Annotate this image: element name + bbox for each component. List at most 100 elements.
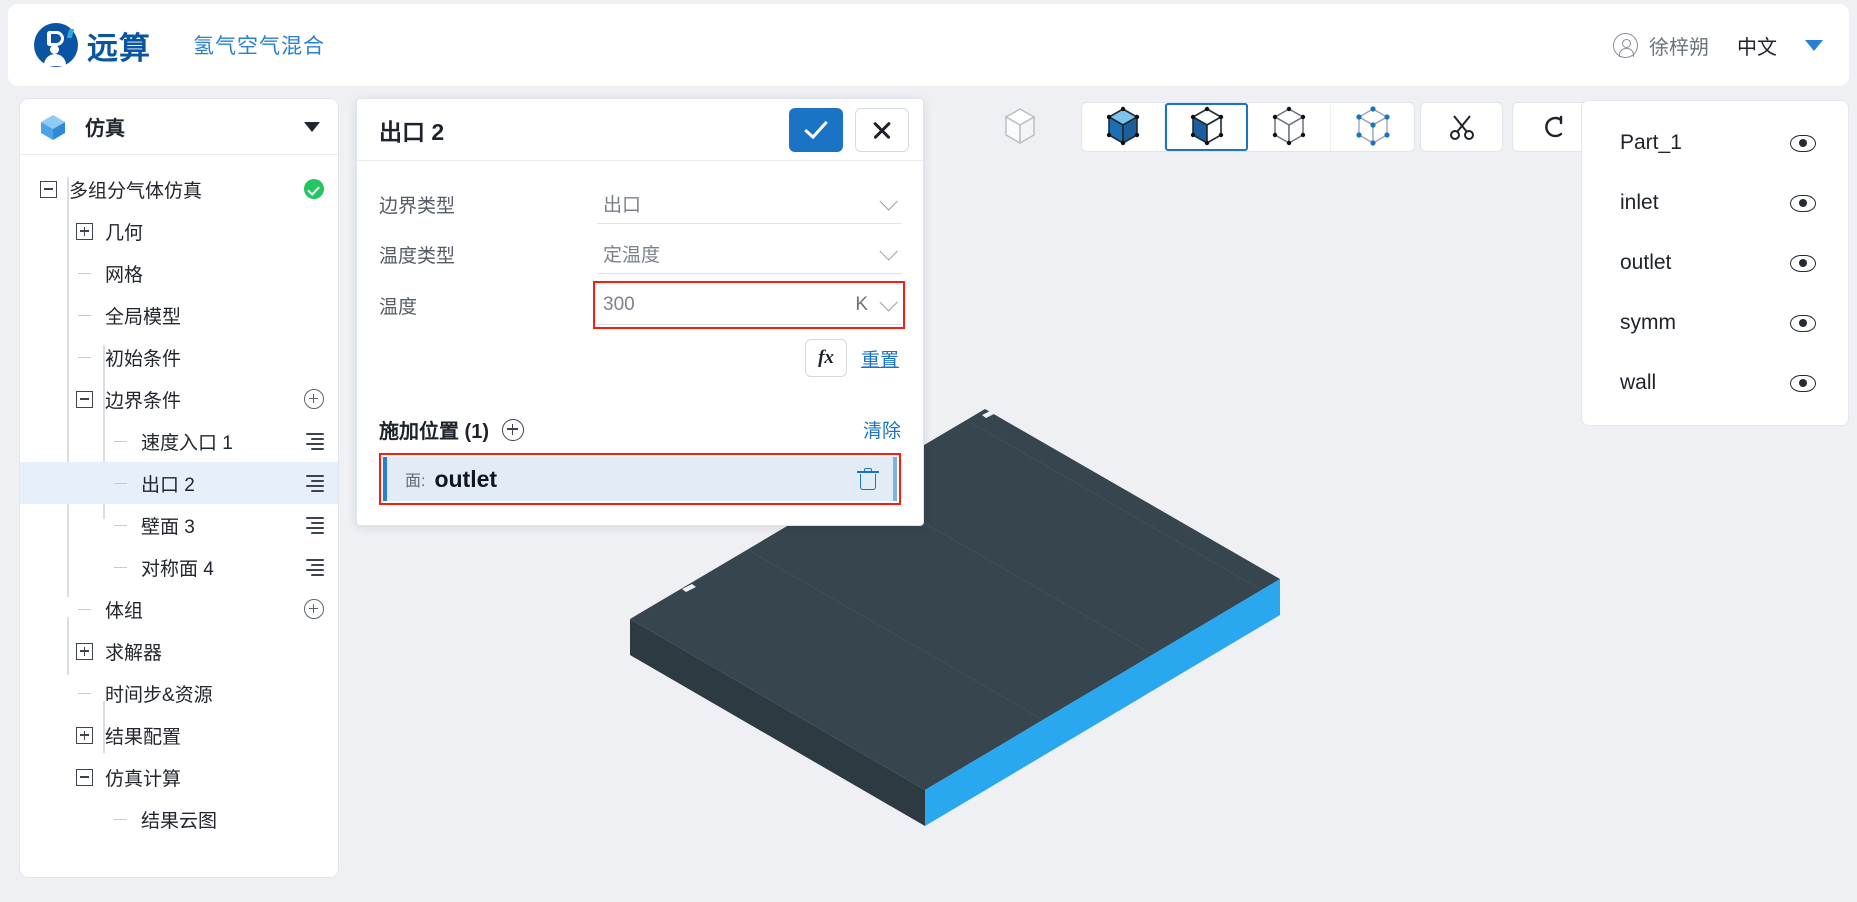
tree-item-7[interactable]: 出口 2 [20,462,338,504]
status-check-icon [304,179,324,199]
user-circle-icon[interactable] [1613,32,1638,58]
item-menu-icon[interactable] [304,517,324,534]
logo-icon [34,23,78,67]
cube-icon [41,114,65,140]
field-label: 边界类型 [379,195,456,217]
part-name: inlet [1620,191,1659,214]
temperature-input[interactable]: 300 K [597,285,901,325]
locations-title: 施加位置 (1) [379,421,489,443]
tree-item-11[interactable]: 求解器 [20,630,338,672]
tree-branch-line [112,475,129,492]
select-value: 定温度 [603,245,661,266]
tree-branch-line [112,433,129,450]
tree-item-8[interactable]: 壁面 3 [20,504,338,546]
tree-item-5[interactable]: 边界条件 [20,378,338,420]
user-name[interactable]: 徐梓朔 [1649,31,1709,60]
tree-branch-line [76,349,93,366]
expand-icon[interactable] [76,222,93,240]
dialog-title: 出口 2 [379,118,445,145]
reset-link[interactable]: 重置 [861,345,899,372]
tree-item-14[interactable]: 仿真计算 [20,756,338,798]
tree-item-6[interactable]: 速度入口 1 [20,420,338,462]
tree-branch-line [76,307,93,324]
collapse-icon[interactable] [76,768,93,786]
add-item-icon[interactable] [304,389,324,409]
sidebar-title: 仿真 [85,118,125,140]
tree-branch-line [112,559,129,576]
tree-branch-line [76,601,93,618]
field-row-temperature-type: 温度类型 定温度 [379,229,901,279]
cancel-button[interactable] [855,107,909,152]
plus-circle-icon[interactable] [502,418,524,441]
dialog-body: 边界类型 出口 温度类型 定温度 温度 300 K fx 重置 [357,161,923,393]
tree-item-10[interactable]: 体组 [20,588,338,630]
part-row[interactable]: symm [1582,293,1848,353]
eye-icon[interactable] [1790,314,1816,332]
collapse-icon[interactable] [40,180,57,198]
part-name: wall [1620,371,1657,394]
temperature-actions: fx 重置 [379,339,901,377]
formula-button[interactable]: fx [804,339,847,377]
trash-icon[interactable] [857,467,879,491]
temperature-type-select[interactable]: 定温度 [597,234,901,274]
scissors-icon[interactable] [1420,102,1503,152]
cube-outline-icon[interactable] [1000,104,1040,150]
add-item-icon[interactable] [304,599,324,619]
tree-item-label: 壁面 3 [141,516,195,538]
eye-icon[interactable] [1790,374,1816,392]
tree-item-4[interactable]: 初始条件 [20,336,338,378]
clear-link[interactable]: 清除 [863,416,901,443]
chevron-down-icon[interactable] [304,121,320,132]
tree-item-0[interactable]: 多组分气体仿真 [20,168,338,210]
tree-item-15[interactable]: 结果云图 [20,798,338,840]
tree-item-label: 求解器 [105,642,163,664]
top-bar-right: 徐梓朔 中文 [1613,31,1823,60]
expand-icon[interactable] [76,726,93,744]
collapse-icon[interactable] [76,390,93,408]
part-row[interactable]: outlet [1582,233,1848,293]
part-name: Part_1 [1620,131,1682,154]
face-select-icon[interactable] [1165,103,1248,151]
item-menu-icon[interactable] [304,475,324,492]
chevron-down-icon[interactable] [1805,39,1823,51]
tree-item-9[interactable]: 对称面 4 [20,546,338,588]
item-menu-icon[interactable] [304,433,324,450]
eye-icon[interactable] [1790,134,1816,152]
location-name: outlet [434,465,498,492]
tree-item-2[interactable]: 网格 [20,252,338,294]
part-row[interactable]: inlet [1582,173,1848,233]
edge-select-icon[interactable] [1248,103,1331,151]
tree-branch-line [76,685,93,702]
boundary-type-select[interactable]: 出口 [597,184,901,224]
location-kind: 面: [405,473,426,490]
tree-item-3[interactable]: 全局模型 [20,294,338,336]
parts-panel: Part_1inlet outlet symm wall [1581,100,1849,426]
language-selector[interactable]: 中文 [1737,31,1777,60]
tree-item-13[interactable]: 结果配置 [20,714,338,756]
confirm-button[interactable] [789,107,843,152]
tree-branch-line [76,265,93,282]
field-row-temperature: 温度 300 K [379,279,905,331]
part-row[interactable]: wall [1582,353,1848,413]
project-title[interactable]: 氢气空气混合 [193,30,325,60]
expand-icon[interactable] [76,642,93,660]
eye-icon[interactable] [1790,194,1816,212]
part-row[interactable]: Part_1 [1582,113,1848,173]
location-highlight-box: 面: outlet [379,453,901,505]
eye-icon[interactable] [1790,254,1816,272]
tree-item-label: 边界条件 [105,390,182,412]
brand-logo[interactable]: 远算 [34,23,151,68]
location-row[interactable]: 面: outlet [383,457,897,501]
temperature-value: 300 [603,293,635,315]
solid-select-icon[interactable] [1082,103,1165,151]
tree-item-12[interactable]: 时间步&资源 [20,672,338,714]
chevron-down-icon[interactable] [879,293,898,312]
vertex-select-icon[interactable] [1331,103,1414,151]
tree-item-1[interactable]: 几何 [20,210,338,252]
tree-item-label: 结果配置 [105,726,182,748]
check-icon [804,114,828,140]
dialog-header: 出口 2 [357,99,923,161]
item-menu-icon[interactable] [304,559,324,576]
temperature-unit: K [855,293,868,315]
sidebar-header[interactable]: 仿真 [20,99,338,155]
